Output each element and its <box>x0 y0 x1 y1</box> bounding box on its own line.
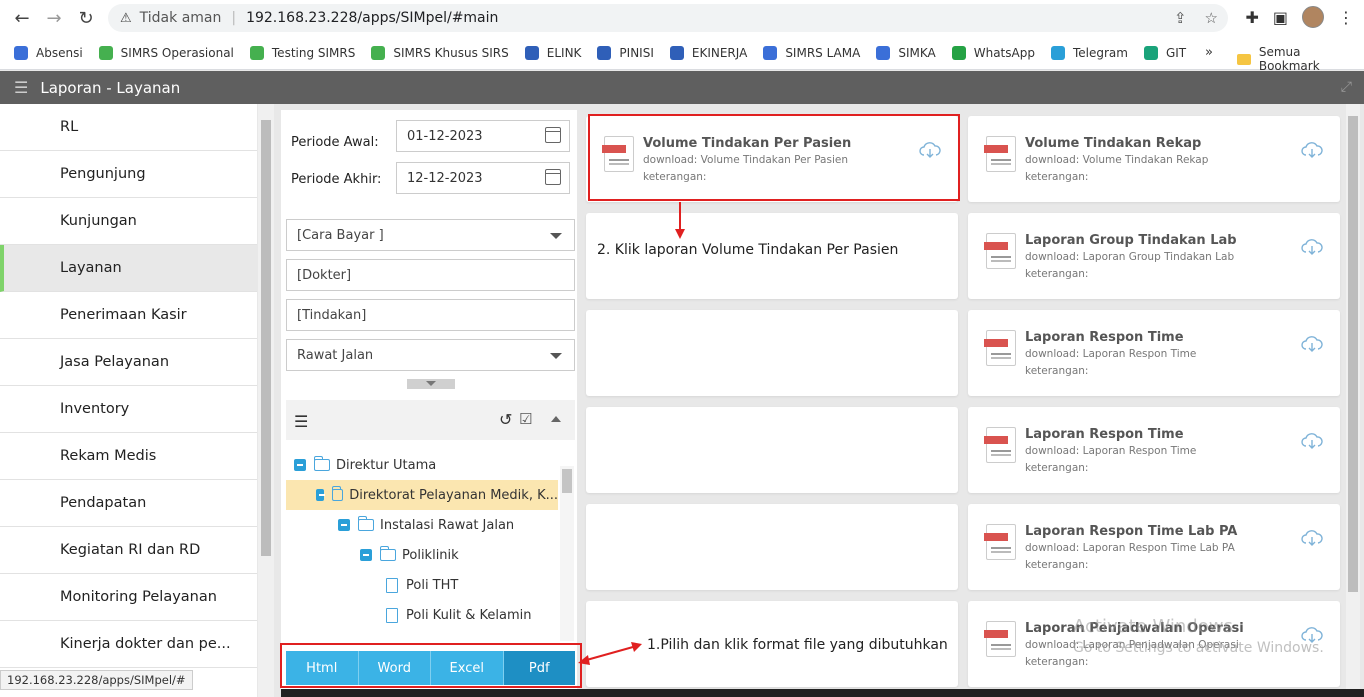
watermark-title: Activate Windows <box>1073 616 1233 637</box>
watermark-subtitle: Go to Settings to activate Windows. <box>1073 640 1324 656</box>
main-scroll-thumb[interactable] <box>1348 116 1358 592</box>
arrow-step1-tail <box>631 642 642 652</box>
annotation-step2: 2. Klik laporan Volume Tindakan Per Pasi… <box>597 242 899 258</box>
bottom-taskbar-strip <box>281 689 1364 697</box>
main-scrollbar[interactable] <box>1346 104 1360 697</box>
arrow-step1-head <box>578 655 590 665</box>
annotation-arrows <box>578 202 685 665</box>
arrow-step1 <box>582 646 634 662</box>
annotation-step1: 1.Pilih dan klik format file yang dibutu… <box>647 637 948 653</box>
arrow-step2-head <box>675 229 685 239</box>
